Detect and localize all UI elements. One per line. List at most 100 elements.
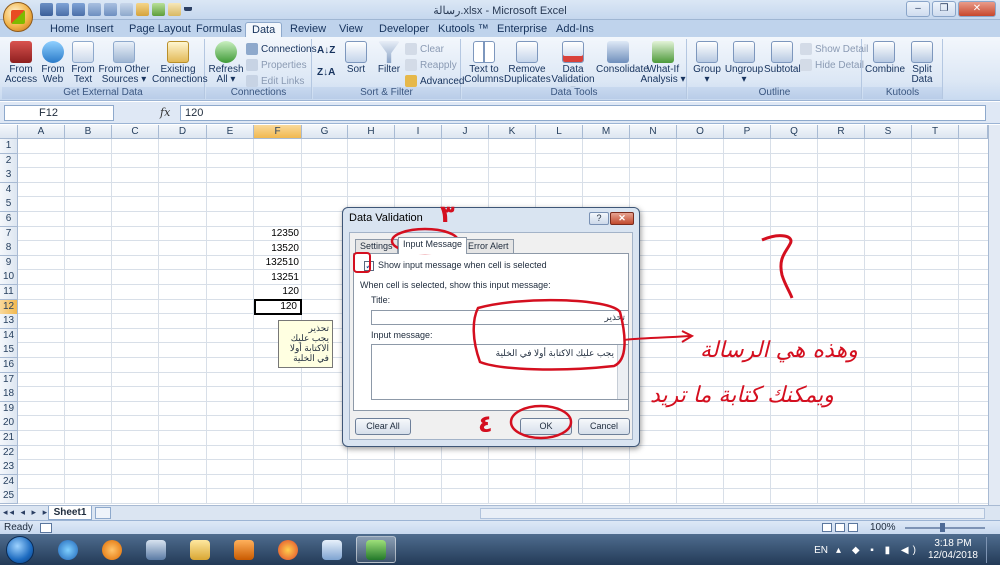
close-button[interactable]: ✕ xyxy=(958,1,996,17)
col-header[interactable]: G xyxy=(302,125,348,139)
sort-z-a-icon[interactable]: Z↓A xyxy=(317,67,335,78)
formula-input[interactable]: 120 xyxy=(180,105,986,121)
dialog-help-button[interactable]: ? xyxy=(589,212,609,225)
connections-button[interactable]: Connections xyxy=(246,43,317,55)
col-header[interactable]: C xyxy=(112,125,159,139)
text-to-columns-button[interactable]: Text to Columns xyxy=(464,41,504,85)
sort-a-z-icon[interactable]: A↓Z xyxy=(317,45,335,56)
taskbar-excel[interactable] xyxy=(356,536,396,563)
row-header[interactable]: 11 xyxy=(0,285,18,300)
cell-f12-active[interactable]: 120 xyxy=(254,299,302,315)
group-button[interactable]: Group ▾ xyxy=(690,41,724,85)
properties-button[interactable]: Properties xyxy=(246,59,307,71)
row-header[interactable]: 22 xyxy=(0,445,18,461)
name-box[interactable]: F12 xyxy=(4,105,114,121)
remove-duplicates-button[interactable]: Remove Duplicates xyxy=(504,41,551,85)
input-message-textarea[interactable]: يجب عليك الاكتابة أولا في الخلية xyxy=(371,344,629,400)
vertical-scrollbar[interactable] xyxy=(988,125,1000,505)
tab-review[interactable]: Review xyxy=(284,22,332,37)
row-header[interactable]: 12 xyxy=(0,299,18,315)
col-header[interactable]: E xyxy=(207,125,254,139)
taskbar-window[interactable] xyxy=(312,536,352,563)
normal-view-icon[interactable] xyxy=(822,523,832,532)
tab-formulas[interactable]: Formulas xyxy=(190,22,248,37)
row-header[interactable]: 25 xyxy=(0,489,18,505)
row-header[interactable]: 3 xyxy=(0,168,18,184)
page-break-view-icon[interactable] xyxy=(848,523,858,532)
col-header[interactable]: A xyxy=(18,125,65,139)
tab-enterprise[interactable]: Enterprise xyxy=(491,22,553,37)
col-header[interactable]: I xyxy=(395,125,442,139)
tab-settings[interactable]: Settings xyxy=(355,239,398,253)
col-header[interactable]: H xyxy=(348,125,395,139)
cell-f10[interactable]: 13251 xyxy=(254,271,302,286)
tab-developer[interactable]: Developer xyxy=(373,22,435,37)
tab-view[interactable]: View xyxy=(333,22,369,37)
office-button[interactable] xyxy=(3,2,33,32)
ok-button[interactable]: OK xyxy=(520,418,572,435)
taskbar-firefox[interactable] xyxy=(268,536,308,563)
taskbar-video[interactable] xyxy=(224,536,264,563)
row-header[interactable]: 17 xyxy=(0,372,18,388)
filter-button[interactable]: Filter xyxy=(373,41,405,75)
from-text-button[interactable]: From Text xyxy=(68,41,98,85)
taskbar-explorer[interactable] xyxy=(180,536,220,563)
row-header[interactable]: 15 xyxy=(0,343,18,359)
cell-f9[interactable]: 132510 xyxy=(254,256,302,271)
col-header[interactable]: L xyxy=(536,125,583,139)
row-header[interactable]: 9 xyxy=(0,255,18,271)
row-header[interactable]: 13 xyxy=(0,314,18,330)
zoom-level[interactable]: 100% xyxy=(870,522,896,533)
clock[interactable]: 3:18 PM 12/04/2018 xyxy=(928,538,978,562)
row-header[interactable]: 4 xyxy=(0,182,18,198)
hide-detail-button[interactable]: Hide Detail xyxy=(800,59,864,71)
tab-insert[interactable]: Insert xyxy=(80,22,120,37)
language-indicator[interactable]: EN xyxy=(814,545,828,556)
col-header[interactable]: N xyxy=(630,125,677,139)
col-header[interactable]: M xyxy=(583,125,630,139)
col-header[interactable]: O xyxy=(677,125,724,139)
start-button[interactable] xyxy=(6,536,34,564)
zoom-slider-thumb[interactable] xyxy=(940,523,945,532)
show-desktop-button[interactable] xyxy=(986,537,994,563)
textarea-scrollbar[interactable] xyxy=(617,345,628,399)
fx-icon[interactable]: fx xyxy=(160,106,170,119)
taskbar-ie[interactable] xyxy=(48,536,88,563)
macro-record-icon[interactable] xyxy=(40,523,52,533)
existing-connections-button[interactable]: Existing Connections xyxy=(152,41,208,85)
row-header[interactable]: 18 xyxy=(0,387,18,403)
row-header[interactable]: 20 xyxy=(0,416,18,432)
taskbar-app[interactable] xyxy=(136,536,176,563)
row-header[interactable]: 1 xyxy=(0,139,18,154)
select-all-corner[interactable] xyxy=(0,125,18,139)
combine-button[interactable]: Combine xyxy=(865,41,905,75)
col-header[interactable]: P xyxy=(724,125,771,139)
restore-button[interactable]: ❐ xyxy=(932,1,956,17)
show-input-message-checkbox[interactable]: ✓ xyxy=(364,261,374,271)
row-header[interactable]: 8 xyxy=(0,241,18,257)
from-web-button[interactable]: From Web xyxy=(38,41,68,85)
cell-f11[interactable]: 120 xyxy=(254,285,302,300)
col-header[interactable]: K xyxy=(489,125,536,139)
advanced-filter-button[interactable]: Advanced xyxy=(405,75,464,87)
tab-input-message[interactable]: Input Message xyxy=(398,237,468,254)
dialog-close-button[interactable]: ✕ xyxy=(610,212,634,225)
page-layout-view-icon[interactable] xyxy=(835,523,845,532)
what-if-analysis-button[interactable]: What-If Analysis ▾ xyxy=(640,41,686,85)
row-header[interactable]: 14 xyxy=(0,328,18,344)
row-header[interactable]: 21 xyxy=(0,431,18,446)
tab-page-layout[interactable]: Page Layout xyxy=(123,22,197,37)
split-data-button[interactable]: Split Data xyxy=(903,41,941,85)
row-header[interactable]: 24 xyxy=(0,474,18,490)
consolidate-button[interactable]: Consolidate xyxy=(596,41,649,75)
row-header[interactable]: 23 xyxy=(0,460,18,476)
col-header[interactable]: Q xyxy=(771,125,818,139)
row-header[interactable]: 7 xyxy=(0,226,18,242)
show-detail-button[interactable]: Show Detail xyxy=(800,43,868,55)
refresh-all-button[interactable]: Refresh All ▾ xyxy=(208,41,244,85)
row-header[interactable]: 5 xyxy=(0,197,18,213)
row-header[interactable]: 2 xyxy=(0,153,18,169)
col-header[interactable]: D xyxy=(159,125,207,139)
reapply-button[interactable]: Reapply xyxy=(405,59,457,71)
horizontal-scrollbar[interactable] xyxy=(480,508,985,519)
